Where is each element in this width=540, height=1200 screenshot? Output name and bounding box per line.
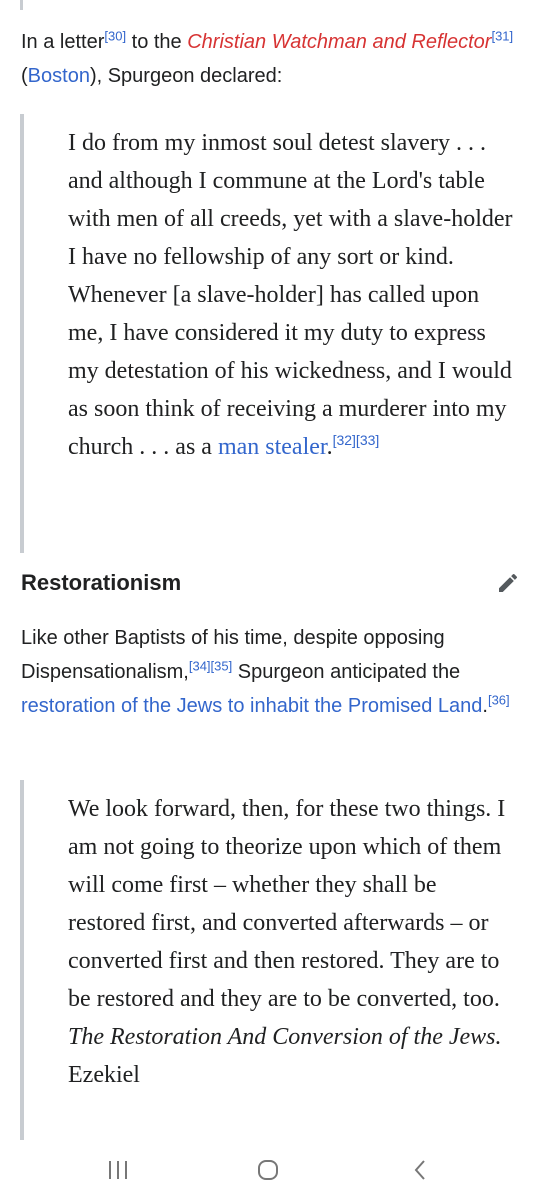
quote-border-top	[20, 0, 23, 10]
quote2-body: We look forward, then, for these two thi…	[68, 796, 506, 1012]
intro-paragraph: In a letter[30] to the Christian Watchma…	[21, 25, 521, 93]
citation-32-33[interactable]: [32][33]	[333, 432, 380, 448]
intro-text-1: In a letter	[21, 31, 105, 53]
intro-text-2: to the	[126, 31, 188, 53]
publication-link[interactable]: Christian Watchman and Reflector	[187, 31, 491, 53]
blockquote-slavery: I do from my inmost soul detest slavery …	[20, 114, 524, 553]
intro-text-4: ), Spurgeon declared:	[89, 65, 283, 87]
system-navigation-bar	[0, 1140, 540, 1200]
restoration-link[interactable]: restoration of the Jews to inhabit the P…	[21, 695, 482, 717]
quote2-tail: Ezekiel	[68, 1062, 140, 1088]
blockquote-restoration: We look forward, then, for these two thi…	[20, 780, 524, 1140]
section-title: Restorationism	[21, 570, 182, 595]
quote2-text: We look forward, then, for these two thi…	[24, 780, 524, 1094]
man-stealer-link[interactable]: man stealer	[218, 434, 327, 460]
citation-36[interactable]: [36]	[488, 692, 510, 707]
section-heading: Restorationism	[21, 566, 521, 600]
back-icon[interactable]	[400, 1154, 440, 1186]
boston-link[interactable]: Boston	[28, 65, 90, 87]
recent-apps-icon[interactable]	[98, 1154, 138, 1186]
restoration-paragraph: Like other Baptists of his time, despite…	[21, 621, 521, 723]
citation-34-35[interactable]: [34][35]	[189, 658, 232, 673]
quote-body: I do from my inmost soul detest slavery …	[68, 130, 513, 460]
pencil-icon[interactable]	[495, 570, 521, 596]
home-icon[interactable]	[248, 1154, 288, 1186]
citation-30[interactable]: [30]	[104, 28, 126, 43]
citation-31[interactable]: [31]	[491, 28, 513, 43]
quote-text: I do from my inmost soul detest slavery …	[24, 114, 524, 466]
para2-text-2: Spurgeon anticipated the	[232, 661, 461, 683]
quote2-italic: The Restoration And Conversion of the Je…	[68, 1024, 502, 1050]
intro-text-3: (	[21, 65, 28, 87]
